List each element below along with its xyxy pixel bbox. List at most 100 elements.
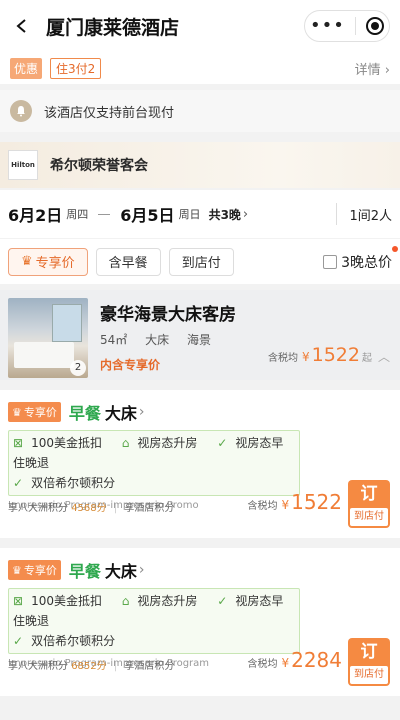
back-arrow-icon [16,19,26,33]
room-info: 豪华海景大床客房 54㎡ 大床 海景 内含专享价 含税均 ¥ 1522 起 ︿ [100,298,392,372]
breakfast-label: 早餐 [68,562,101,581]
checkout-date: 6月5日 [120,206,175,225]
back-button[interactable] [14,18,30,34]
top-section: 厦门康莱德酒店 ••• 优惠 住3付2 详情 › [0,0,400,84]
total-price-label: 3晚总价 [341,254,392,271]
pay-method-label: 到店付 [350,508,388,526]
check-icon: ✓ [13,634,24,648]
room-photo[interactable]: 2 [8,298,88,378]
stay-offer-badge: 住3付2 [50,57,102,79]
hilton-honors-title: 希尔顿荣誉客会 [50,158,148,174]
price-value: 1522 [311,344,360,366]
upgrade-icon: ⌂ [121,594,130,608]
rate-offer[interactable]: ♛ 专享价 早餐 大床 › ⊠ 100美金抵扣 ⌂ 视房态升房 ✓ 视房态早住晚退 ✓… [0,390,400,538]
filter-breakfast[interactable]: 含早餐 [95,247,161,276]
date-selector[interactable]: 6月2日 周四 6月5日 周日 共3晚 › 1间2人 [0,190,400,238]
book-button[interactable]: 订 到店付 [348,480,390,528]
hotel-points-label: 享酒店积分 [124,661,175,672]
photo-count-badge: 2 [70,360,86,376]
checkin-date: 6月2日 [8,206,63,225]
mini-program-capsule: ••• [304,10,390,42]
total-price-checkbox[interactable] [323,254,338,269]
price-value: 2284 [291,648,342,672]
checkin-weekday: 周四 [66,208,89,221]
more-menu-icon[interactable]: ••• [310,17,345,35]
voucher-icon: ⊠ [13,436,24,450]
payment-notice: 该酒店仅支持前台现付 [0,90,400,132]
perks-box: ⊠ 100美金抵扣 ⌂ 视房态升房 ✓ 视房态早住晚退 ✓ 双倍希尔顿积分 [8,430,300,496]
points-label: 享八大洲积分 [8,661,68,672]
price-value: 1522 [291,490,342,514]
currency-symbol: ¥ [281,498,290,512]
price-suffix: 起 [361,353,372,364]
filter-label: 到店付 [181,256,221,271]
book-button[interactable]: 订 到店付 [348,638,390,686]
room-photo-window [52,304,82,342]
chevron-right-icon[interactable]: › [139,404,145,420]
price-prefix: 含税均 [267,353,298,364]
hilton-honors-banner[interactable]: Hilton 希尔顿荣誉客会 [0,142,400,188]
room-card[interactable]: 2 豪华海景大床客房 54㎡ 大床 海景 内含专享价 含税均 ¥ 1522 起 … [0,290,400,380]
chevron-right-icon: › [242,206,249,222]
discount-badge: 优惠 [10,57,43,79]
offer-header: ♛ 专享价 早餐 大床 › [8,400,392,424]
filter-label: 专享价 [35,256,75,271]
room-view: 海景 [186,333,211,347]
points-info: 享八大洲积分 6852分 | 享酒店积分 [8,657,174,672]
points-info: 享八大洲积分 4568分 | 享酒店积分 [8,499,174,514]
offer-header: ♛ 专享价 早餐 大床 › [8,558,392,582]
chevron-right-icon[interactable]: › [139,562,145,578]
total-price-toggle[interactable]: 3晚总价 [323,245,398,272]
perk-upgrade: 视房态升房 [137,594,198,608]
promo-detail-link[interactable]: 详情 › [355,59,390,78]
notice-text: 该酒店仅支持前台现付 [44,105,175,121]
breakfast-label: 早餐 [68,404,101,423]
perk-voucher: 100美金抵扣 [31,436,102,450]
upgrade-icon: ⌂ [121,436,130,450]
crown-icon: ♛ [12,563,22,577]
exclusive-badge-label: 专享价 [23,564,57,577]
capsule-divider [354,17,356,35]
checkout-weekday: 周日 [178,208,201,221]
check-icon: ✓ [217,436,228,450]
nav-bar: 厦门康莱德酒店 ••• [0,0,400,52]
bed-label: 大床 [104,562,137,581]
offer-price: 含税均 ¥ 1522 [247,490,342,514]
hotel-points-label: 享酒店积分 [124,503,175,514]
room-size: 54㎡ [100,333,128,347]
price-prefix: 含税均 [247,659,278,670]
check-icon: ✓ [13,476,24,490]
new-indicator-dot [392,245,398,252]
price-prefix: 含税均 [247,501,278,512]
hilton-logo: Hilton [8,150,38,180]
perk-line: ⊠ 100美金抵扣 ⌂ 视房态升房 ✓ 视房态早住晚退 [13,591,295,631]
bed-label: 大床 [104,404,137,423]
chevron-up-icon[interactable]: ︿ [378,348,390,365]
exclusive-badge: ♛ 专享价 [8,560,61,580]
room-bed-type: 大床 [145,333,170,347]
room-name: 豪华海景大床客房 [100,305,236,325]
bell-icon [10,100,32,122]
rooms-guests-selector[interactable]: 1间2人 [349,205,392,224]
hotel-detail-page: 厦门康莱德酒店 ••• 优惠 住3付2 详情 › 该酒店仅支持前台现付 Hilt… [0,0,400,720]
points-divider: | [113,503,118,514]
date-dash [98,213,111,215]
currency-symbol: ¥ [301,350,310,364]
close-target-icon[interactable] [365,17,384,35]
pay-method-label: 到店付 [350,666,388,684]
nights-count: 共3晚 [208,207,241,222]
currency-symbol: ¥ [281,656,290,670]
crown-icon: ♛ [12,405,22,419]
points-value: 6852分 [71,661,107,672]
perk-line: ⊠ 100美金抵扣 ⌂ 视房态升房 ✓ 视房态早住晚退 [13,433,295,473]
perks-box: ⊠ 100美金抵扣 ⌂ 视房态升房 ✓ 视房态早住晚退 ✓ 双倍希尔顿积分 [8,588,300,654]
rate-offer[interactable]: ♛ 专享价 早餐 大床 › ⊠ 100美金抵扣 ⌂ 视房态升房 ✓ 视房态早住晚退 ✓… [0,548,400,696]
filter-pay-at-hotel[interactable]: 到店付 [168,247,234,276]
points-label: 享八大洲积分 [8,503,68,514]
check-icon: ✓ [217,594,228,608]
filter-exclusive-price[interactable]: ♛ 专享价 [8,247,88,276]
book-label: 订 [360,484,378,504]
voucher-icon: ⊠ [13,594,24,608]
perk-upgrade: 视房态升房 [137,436,198,450]
filter-bar: ♛ 专享价 含早餐 到店付 3晚总价 [0,238,400,284]
